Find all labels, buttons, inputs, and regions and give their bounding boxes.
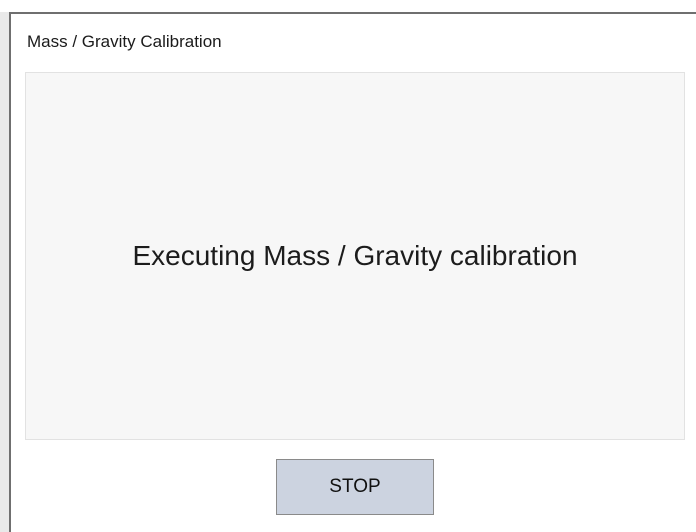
dialog-title: Mass / Gravity Calibration [27,32,222,51]
background-strip [0,0,696,12]
status-panel: Executing Mass / Gravity calibration [25,72,685,440]
calibration-dialog: Mass / Gravity Calibration Executing Mas… [9,12,696,532]
stop-button[interactable]: STOP [276,459,434,515]
status-message: Executing Mass / Gravity calibration [132,240,578,271]
